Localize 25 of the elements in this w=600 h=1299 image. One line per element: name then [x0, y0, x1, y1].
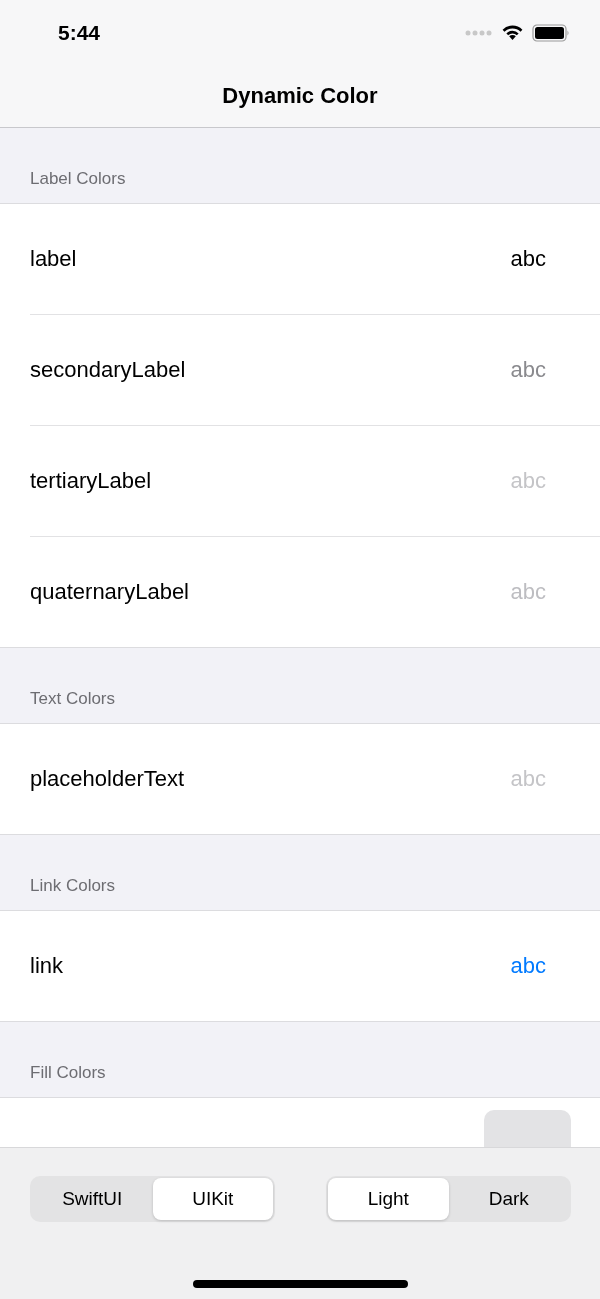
wifi-icon	[501, 24, 524, 41]
segment-option[interactable]: Dark	[448, 1178, 569, 1220]
section-header: Fill Colors	[30, 1063, 106, 1083]
signal-icon	[465, 29, 493, 36]
color-sample-text: abc	[510, 766, 546, 792]
battery-icon	[532, 23, 570, 42]
color-name: secondaryLabel	[30, 357, 186, 383]
color-name: placeholderText	[30, 766, 185, 792]
color-name: label	[30, 246, 77, 272]
color-sample-text: abc	[510, 953, 546, 979]
color-sample-text: abc	[510, 579, 546, 605]
color-sample-text: abc	[510, 246, 546, 272]
segment-option[interactable]: UIKit	[152, 1178, 273, 1220]
color-sample-text: abc	[510, 357, 546, 383]
section-header: Label Colors	[30, 169, 126, 189]
section-header: Text Colors	[30, 689, 116, 709]
color-sample-text: abc	[510, 468, 546, 494]
status-time: 5:44	[58, 20, 101, 45]
nav-title: Dynamic Color	[222, 83, 378, 109]
segment-option[interactable]: SwiftUI	[32, 1178, 153, 1220]
section-header: Link Colors	[30, 876, 116, 896]
color-name: link	[30, 953, 63, 979]
segment-option[interactable]: Light	[328, 1178, 449, 1220]
color-name: quaternaryLabel	[30, 579, 189, 605]
color-name: tertiaryLabel	[30, 468, 152, 494]
